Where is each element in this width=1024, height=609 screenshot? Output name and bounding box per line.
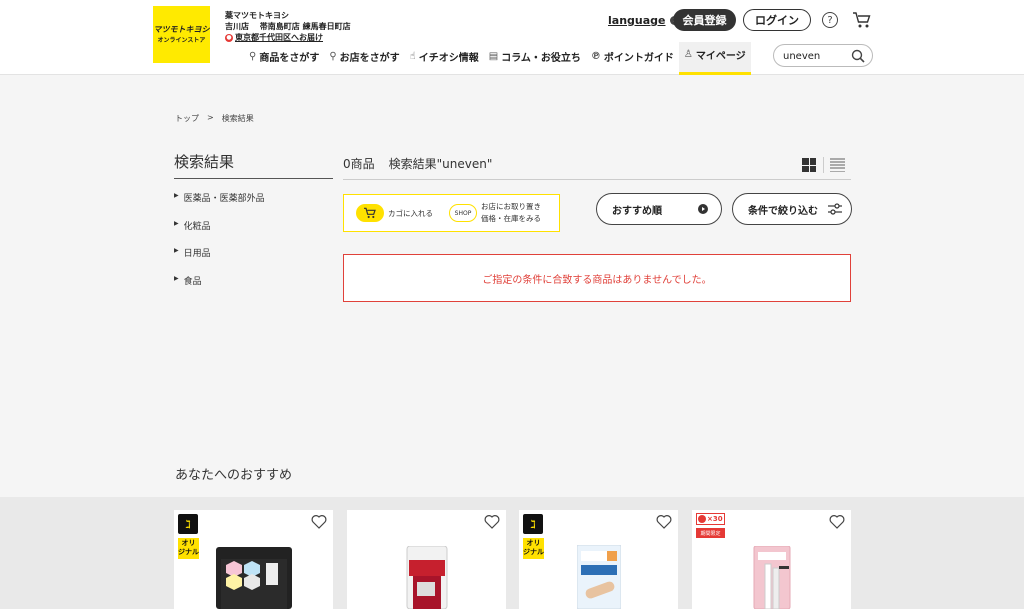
results-header: 0商品 検索結果"uneven"	[343, 155, 851, 180]
filter-sliders-icon	[828, 203, 842, 215]
heart-icon[interactable]	[656, 514, 672, 529]
category-item-medicine[interactable]: ▶ 医薬品・医薬部外品	[174, 191, 265, 219]
original-tag: オリ ジナル	[178, 538, 199, 559]
search-box	[773, 44, 873, 67]
shop-badge-icon: SHOP	[449, 204, 477, 222]
point-icon: ℗	[590, 50, 601, 62]
nav-item-mypage[interactable]: ♙ マイページ	[678, 42, 751, 75]
limited-badge: 期間限定	[696, 528, 725, 538]
results-summary: 0商品 検索結果"uneven"	[343, 155, 851, 172]
sort-label: おすすめ順	[612, 205, 662, 217]
nav-item-columns[interactable]: ▤ コラム・お役立ち	[484, 42, 586, 70]
product-card[interactable]: ℷ オリ ジナル	[174, 510, 333, 609]
breadcrumb: トップ > 検索結果	[175, 113, 254, 124]
chevron-right-icon	[698, 204, 708, 214]
nav-label-stores: お店をさがす	[339, 52, 400, 64]
legend-pickup-line1: お店にお取り置き	[481, 202, 541, 211]
breadcrumb-current: 検索結果	[221, 114, 254, 123]
grid-view-icon[interactable]	[802, 158, 816, 172]
product-card[interactable]	[347, 510, 506, 609]
store-brand: 薬マツモトキヨシ	[225, 11, 289, 20]
filter-label: 条件で絞り込む	[748, 205, 818, 217]
store-name: 吉川店 帯南島町店 練馬春日町店	[225, 22, 351, 31]
heart-icon[interactable]	[829, 514, 845, 529]
heart-icon[interactable]	[484, 514, 500, 529]
location-pin-icon: ⚲	[329, 50, 337, 62]
store-info: 薬マツモトキヨシ 吉川店 帯南島町店 練馬春日町店 ● 東京都千代田区へお届け	[225, 10, 351, 43]
user-icon: ♙	[683, 49, 693, 60]
product-image	[216, 547, 292, 609]
nav-label-picks: イチオシ情報	[418, 52, 479, 64]
logo-subtitle: オンラインストア	[157, 36, 206, 44]
category-label: 食品	[183, 276, 202, 287]
search-icon: ⚲	[249, 50, 257, 62]
product-image	[753, 546, 791, 609]
login-button[interactable]: ログイン	[743, 9, 811, 31]
triangle-right-icon: ▶	[174, 192, 179, 199]
nav-item-picks[interactable]: ☝ イチオシ情報	[405, 42, 484, 70]
delivery-pin-icon: ●	[225, 33, 233, 42]
language-label: language	[608, 14, 666, 27]
list-view-icon[interactable]	[830, 158, 845, 172]
site-header: マツモトキヨシ オンラインストア 薬マツモトキヨシ 吉川店 帯南島町店 練馬春日…	[0, 0, 1024, 75]
cart-badge-icon	[356, 204, 384, 222]
icon-legend: カゴに入れる SHOP お店にお取り置き 価格・在庫をみる	[343, 194, 560, 232]
category-item-cosmetics[interactable]: ▶ 化粧品	[174, 219, 265, 247]
result-count: 0商品	[343, 157, 375, 171]
store-logo[interactable]: マツモトキヨシ オンラインストア	[153, 6, 210, 63]
legend-pickup-line2: 価格・在庫をみる	[481, 214, 541, 223]
main-nav: ⚲ 商品をさがす ⚲ お店をさがす ☝ イチオシ情報 ▤ コラム・お役立ち ℗ …	[244, 42, 751, 75]
logo-title: マツモトキヨシ	[153, 24, 210, 34]
category-label: 医薬品・医薬部外品	[183, 194, 265, 204]
original-brand-icon: ℷ	[523, 514, 543, 534]
legend-cart-label: カゴに入れる	[388, 208, 433, 218]
nav-label-points: ポイントガイド	[603, 52, 674, 64]
original-tag: オリ ジナル	[523, 538, 544, 559]
document-icon: ▤	[488, 50, 499, 62]
triangle-right-icon: ▶	[174, 219, 179, 227]
category-label: 日用品	[183, 249, 211, 259]
product-image	[577, 545, 621, 609]
nav-item-stores[interactable]: ⚲ お店をさがす	[324, 42, 404, 70]
category-list: ▶ 医薬品・医薬部外品 ▶ 化粧品 ▶ 日用品 ▶ 食品	[174, 191, 265, 301]
search-input[interactable]	[783, 48, 843, 64]
recommend-title: あなたへのおすすめ	[175, 468, 293, 483]
category-item-daily-goods[interactable]: ▶ 日用品	[174, 246, 265, 274]
language-selector[interactable]: language	[608, 14, 679, 27]
thumbs-up-icon: ☝	[409, 50, 416, 62]
nav-item-products[interactable]: ⚲ 商品をさがす	[244, 42, 324, 70]
register-button[interactable]: 会員登録	[673, 9, 736, 31]
breadcrumb-home[interactable]: トップ	[175, 113, 199, 124]
category-label: 化粧品	[183, 221, 211, 232]
category-item-food[interactable]: ▶ 食品	[174, 274, 265, 302]
nav-label-products: 商品をさがす	[259, 52, 320, 64]
original-brand-icon: ℷ	[178, 514, 198, 534]
no-results-message: ご指定の条件に合致する商品はありませんでした。	[343, 254, 851, 302]
help-icon[interactable]: ?	[822, 12, 838, 28]
triangle-right-icon: ▶	[174, 274, 179, 282]
nav-label-mypage: マイページ	[695, 51, 746, 62]
points-badge: ×30	[696, 513, 725, 525]
product-card[interactable]: ℷ オリ ジナル	[519, 510, 678, 609]
triangle-right-icon: ▶	[174, 247, 179, 254]
sidebar-title: 検索結果	[174, 151, 333, 179]
search-icon[interactable]	[851, 49, 865, 63]
sort-button[interactable]: おすすめ順	[596, 193, 722, 225]
recommend-section	[0, 497, 1024, 609]
product-image	[406, 546, 448, 609]
point-icon	[698, 515, 706, 523]
points-label: ×30	[707, 515, 723, 523]
legend-pickup-label: お店にお取り置き 価格・在庫をみる	[481, 201, 541, 225]
breadcrumb-separator: >	[207, 113, 214, 122]
filter-button[interactable]: 条件で絞り込む	[732, 193, 852, 225]
view-divider	[823, 157, 824, 173]
nav-label-columns: コラム・お役立ち	[501, 52, 581, 64]
product-card[interactable]: ×30 期間限定	[692, 510, 851, 609]
heart-icon[interactable]	[311, 514, 327, 529]
nav-item-points[interactable]: ℗ ポイントガイド	[586, 42, 679, 70]
cart-icon[interactable]	[852, 11, 872, 29]
result-query: 検索結果"uneven"	[388, 157, 493, 171]
